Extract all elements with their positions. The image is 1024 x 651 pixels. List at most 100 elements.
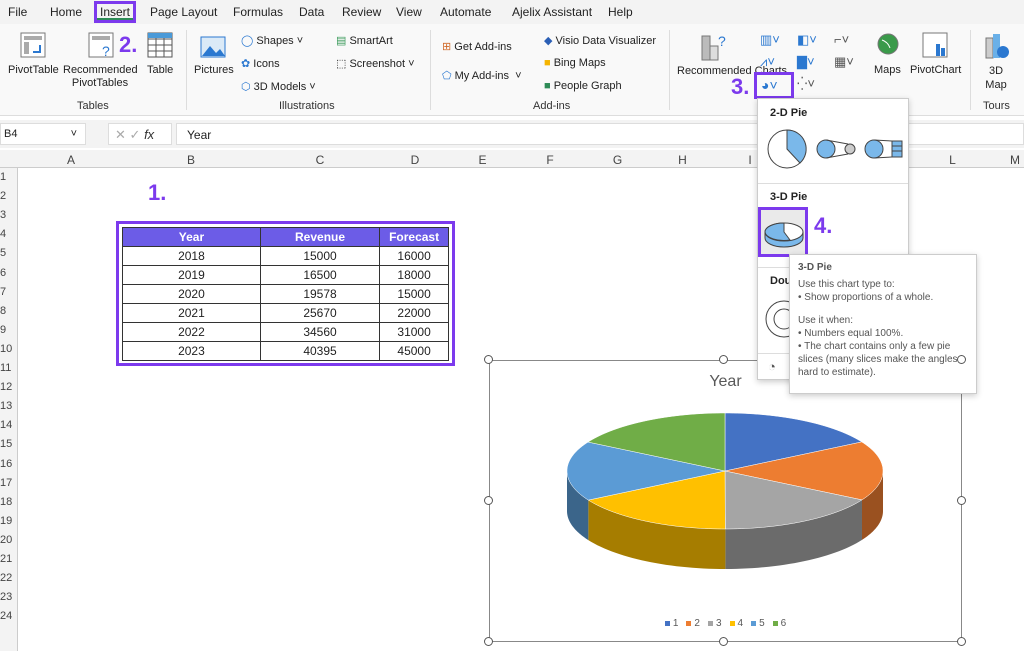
table-cell[interactable]: 18000 — [379, 265, 449, 285]
row-header[interactable]: 16 — [0, 458, 12, 470]
hierarchy-chart-icon[interactable]: ◧˅ — [797, 32, 817, 48]
row-header[interactable]: 7 — [0, 286, 10, 298]
row-header[interactable]: 20 — [0, 534, 12, 546]
line-chart-icon[interactable]: ⩘˅ — [760, 54, 775, 70]
column-chart-icon[interactable]: ▥˅ — [760, 32, 780, 48]
row-header[interactable]: 4 — [0, 228, 10, 240]
tab-insert[interactable]: Insert — [94, 1, 137, 23]
pie-of-pie-icon[interactable] — [816, 139, 856, 159]
row-header[interactable]: 9 — [0, 324, 10, 336]
legend-item[interactable]: 2 — [686, 618, 700, 629]
column-header[interactable]: D — [380, 153, 450, 167]
column-header[interactable]: G — [585, 153, 650, 167]
table-cell[interactable]: 25670 — [259, 303, 381, 323]
icons-button[interactable]: ✿ Icons — [241, 57, 280, 70]
scatter-chart-icon[interactable]: ⁛˅ — [797, 76, 815, 92]
more-pie-charts-icon[interactable]: ◔ — [768, 359, 776, 374]
bing-maps-button[interactable]: ■ Bing Maps — [544, 57, 606, 69]
row-header[interactable]: 17 — [0, 477, 12, 489]
pivottable-icon[interactable] — [20, 32, 46, 58]
table-cell[interactable]: 2022 — [122, 322, 261, 342]
row-header[interactable]: 15 — [0, 438, 12, 450]
table-cell[interactable]: 40395 — [259, 341, 381, 361]
tab-home[interactable]: Home — [50, 5, 82, 19]
table-cell[interactable]: 15000 — [259, 246, 381, 266]
column-header[interactable]: E — [450, 153, 515, 167]
row-header[interactable]: 21 — [0, 553, 12, 565]
table-cell[interactable]: 34560 — [259, 322, 381, 342]
recommended-charts-icon[interactable]: ? — [700, 32, 730, 62]
column-header[interactable]: L — [920, 153, 985, 167]
combo-chart-icon[interactable]: ▦˅ — [834, 54, 854, 70]
tab-page-layout[interactable]: Page Layout — [150, 5, 217, 19]
row-header[interactable]: 19 — [0, 515, 12, 527]
column-header[interactable]: F — [515, 153, 585, 167]
maps-button[interactable]: Maps — [874, 64, 901, 76]
table-cell[interactable]: 2020 — [122, 284, 261, 304]
column-heading[interactable]: Forecast — [379, 227, 449, 247]
fx-icon[interactable]: fx — [144, 127, 154, 142]
table-cell[interactable]: 2019 — [122, 265, 261, 285]
pie-3d-option[interactable] — [758, 207, 808, 257]
recommended-pivottables-button[interactable]: Recommended PivotTables — [63, 64, 138, 90]
column-header[interactable]: H — [650, 153, 715, 167]
column-header[interactable]: B — [122, 153, 260, 167]
legend-item[interactable]: 5 — [751, 618, 765, 629]
tab-help[interactable]: Help — [608, 5, 633, 19]
column-heading[interactable]: Year — [122, 227, 261, 247]
row-header[interactable]: 22 — [0, 572, 12, 584]
row-header[interactable]: 2 — [0, 190, 10, 202]
row-header[interactable]: 6 — [0, 267, 10, 279]
shapes-button[interactable]: ◯ Shapes ˅ — [241, 34, 303, 47]
tab-formulas[interactable]: Formulas — [233, 5, 283, 19]
table-button[interactable]: Table — [147, 64, 173, 76]
column-header[interactable]: M — [985, 153, 1024, 167]
tab-view[interactable]: View — [396, 5, 422, 19]
legend-item[interactable]: 1 — [664, 618, 678, 629]
row-header[interactable]: 23 — [0, 591, 12, 603]
row-header[interactable]: 12 — [0, 381, 12, 393]
table-cell[interactable]: 2021 — [122, 303, 261, 323]
row-header[interactable]: 18 — [0, 496, 12, 508]
row-header[interactable]: 8 — [0, 305, 10, 317]
people-graph-button[interactable]: ■ People Graph — [544, 80, 622, 92]
confirm-icon[interactable]: ✓ — [130, 127, 141, 142]
legend-item[interactable]: 3 — [707, 618, 722, 629]
tab-data[interactable]: Data — [299, 5, 324, 19]
table-cell[interactable]: 45000 — [379, 341, 449, 361]
pictures-button[interactable]: Pictures — [194, 64, 234, 76]
row-header[interactable]: 11 — [0, 362, 11, 374]
resize-handle[interactable] — [957, 496, 966, 505]
pictures-icon[interactable] — [200, 36, 226, 58]
table-icon[interactable] — [147, 32, 173, 58]
row-header[interactable]: 10 — [0, 343, 12, 355]
column-header[interactable]: A — [20, 153, 122, 167]
tab-file[interactable]: File — [8, 5, 27, 19]
table-cell[interactable]: 19578 — [259, 284, 381, 304]
screenshot-button[interactable]: ⬚ Screenshot ˅ — [336, 57, 415, 70]
table-cell[interactable]: 22000 — [379, 303, 449, 323]
legend-item[interactable]: 6 — [772, 618, 786, 629]
tab-ajelix-assistant[interactable]: Ajelix Assistant — [512, 5, 592, 19]
resize-handle[interactable] — [957, 637, 966, 646]
3d-map-button[interactable]: 3D Map — [982, 64, 1010, 92]
column-header[interactable]: C — [260, 153, 380, 167]
chart-area[interactable]: Year 123456 — [489, 360, 962, 642]
pivotchart-button[interactable]: PivotChart — [910, 64, 961, 76]
visio-button[interactable]: ◆ Visio Data Visualizer — [544, 34, 656, 47]
tab-automate[interactable]: Automate — [440, 5, 491, 19]
pie-chart-dropdown-button[interactable]: ◕˅ — [754, 72, 794, 99]
resize-handle[interactable] — [957, 355, 966, 364]
cancel-icon[interactable]: ✕ — [115, 127, 126, 142]
maps-globe-icon[interactable] — [876, 32, 900, 56]
legend-item[interactable]: 4 — [729, 618, 743, 629]
recommended-pivottables-icon[interactable]: ? — [88, 32, 114, 58]
my-addins-button[interactable]: ⬠ My Add-ins ˅ — [442, 69, 522, 82]
table-cell[interactable]: 2018 — [122, 246, 261, 266]
table-cell[interactable]: 15000 — [379, 284, 449, 304]
tab-review[interactable]: Review — [342, 5, 381, 19]
resize-handle[interactable] — [484, 496, 493, 505]
waterfall-chart-icon[interactable]: ⌐˅ — [834, 32, 849, 47]
name-box[interactable]: B4 ˅ — [0, 123, 86, 145]
resize-handle[interactable] — [484, 355, 493, 364]
